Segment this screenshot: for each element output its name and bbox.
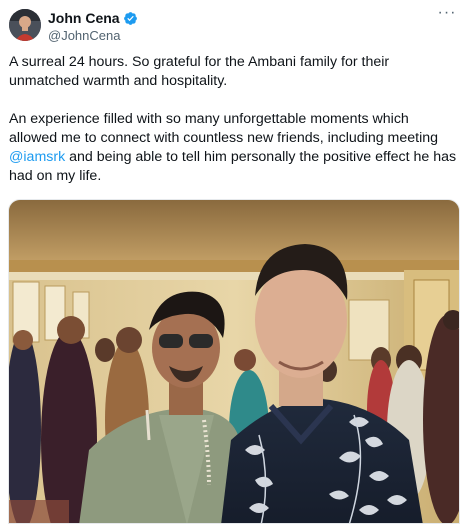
profile-photo-icon [9, 9, 41, 41]
tweet-photo[interactable] [8, 199, 460, 524]
more-options-icon[interactable]: ··· [437, 5, 457, 22]
mention-link[interactable]: @iamsrk [9, 149, 65, 165]
tweet-text-after-mention: and being able to tell him personally th… [9, 149, 457, 184]
tweet-paragraph-2: An experience filled with so many unforg… [9, 110, 459, 186]
tweet-text-before-mention: An experience filled with so many unforg… [9, 111, 439, 146]
tweet-text: A surreal 24 hours. So grateful for the … [9, 53, 459, 186]
author-handle[interactable]: @JohnCena [48, 28, 120, 43]
tweet-card[interactable]: John Cena @JohnCena ··· A surreal 24 hou… [0, 0, 467, 524]
author-name[interactable]: John Cena [48, 10, 120, 26]
author-name-row[interactable]: John Cena [48, 10, 138, 26]
verified-badge-icon [123, 11, 138, 26]
tweet-paragraph-1: A surreal 24 hours. So grateful for the … [9, 54, 390, 89]
photo-image-icon [9, 200, 459, 523]
avatar[interactable] [9, 9, 41, 41]
